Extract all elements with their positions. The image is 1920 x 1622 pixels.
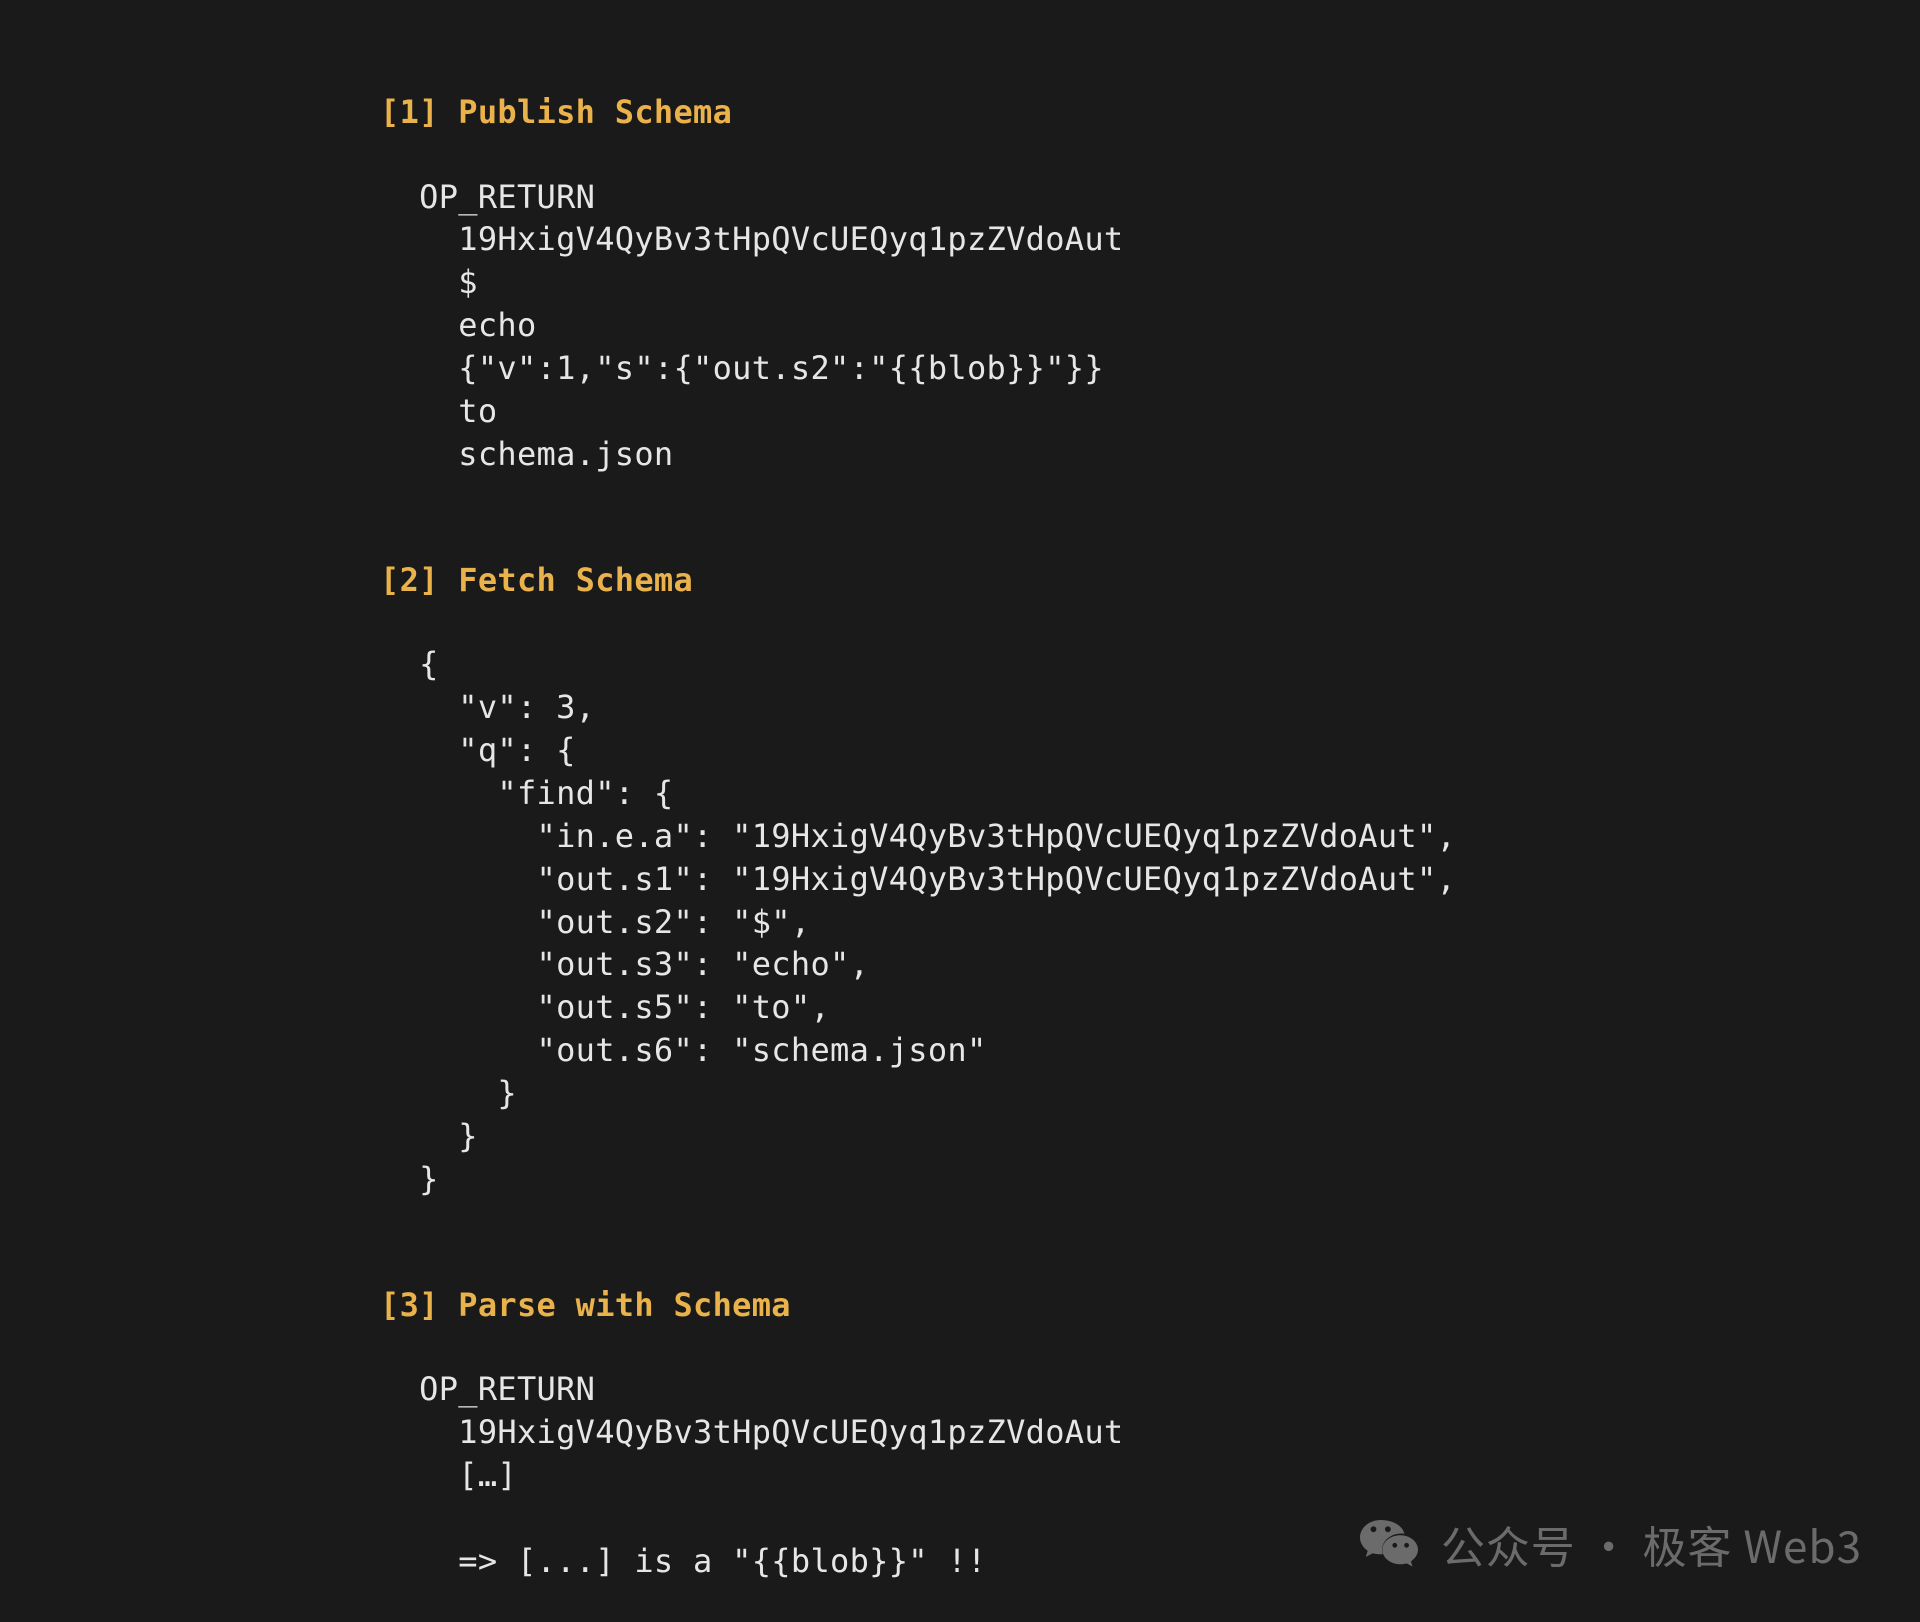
section-heading-1: [1] Publish Schema [380,92,1920,134]
section-heading-2: [2] Fetch Schema [380,560,1920,602]
code-card: [1] Publish Schema OP_RETURN 19HxigV4QyB… [0,0,1920,1622]
watermark: 公众号 · 极客 Web3 [1357,1512,1862,1576]
section-heading-3: [3] Parse with Schema [380,1285,1920,1327]
watermark-text: 公众号 · 极客 Web3 [1441,1512,1862,1576]
code-block-1: OP_RETURN 19HxigV4QyBv3tHpQVcUEQyq1pzZVd… [380,176,1920,476]
code-block-2: { "v": 3, "q": { "find": { "in.e.a": "19… [380,643,1920,1200]
wechat-icon [1357,1512,1421,1576]
